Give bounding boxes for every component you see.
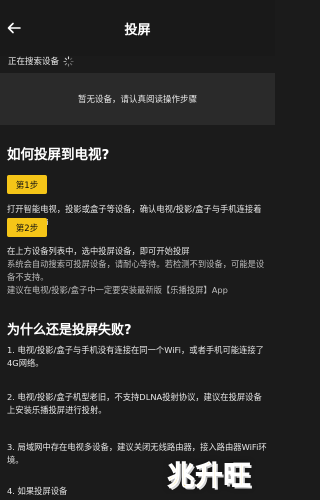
arrow-left-icon <box>7 22 21 34</box>
step1-badge: 第1步 <box>7 175 47 194</box>
search-status: 正在搜索设备 <box>8 54 74 68</box>
faq-reason-1: 1. 电视/投影/盒子与手机没有连接在同一个WiFi，或者手机可能连接了4G网络… <box>7 345 264 368</box>
app-header: 投屏 <box>0 0 275 56</box>
step2-badge: 第2步 <box>7 218 47 237</box>
step2-text-a: 在上方设备列表中，选中投屏设备，即可开始投屏 <box>7 246 190 256</box>
guide-section: 如何投屏到电视? 第1步 打开智能电视，投影或盒子等设备，确认电视/投影/盒子与… <box>0 129 275 500</box>
back-button[interactable] <box>3 17 25 39</box>
search-status-label: 正在搜索设备 <box>8 57 60 67</box>
faq-reason-2: 2. 电视/投影/盒子机型老旧，不支持DLNA投射协议，建议在投屏设备上安装乐播… <box>7 392 262 415</box>
guide-title: 如何投屏到电视? <box>7 147 110 163</box>
loading-spinner-icon <box>63 55 74 67</box>
device-list-empty-panel: 暂无设备，请认真阅读操作步骤 <box>0 73 275 125</box>
step2-text: 在上方设备列表中，选中投屏设备，即可开始投屏 系统会自动搜索可投屏设备，请耐心等… <box>7 245 269 297</box>
empty-message: 暂无设备，请认真阅读操作步骤 <box>77 95 197 105</box>
faq-title: 为什么还是投屏失败? <box>7 323 132 338</box>
watermark-logo: 兆升旺 <box>167 460 252 492</box>
step2-text-b: 系统会自动搜索可投屏设备，请耐心等待。若检测不到设备，可能是设备不支持。 <box>7 259 265 282</box>
page-title: 投屏 <box>124 22 151 38</box>
step2-text-c: 建议在电视/投影/盒子中一定要安装最新版【乐播投屏】App <box>7 285 228 295</box>
